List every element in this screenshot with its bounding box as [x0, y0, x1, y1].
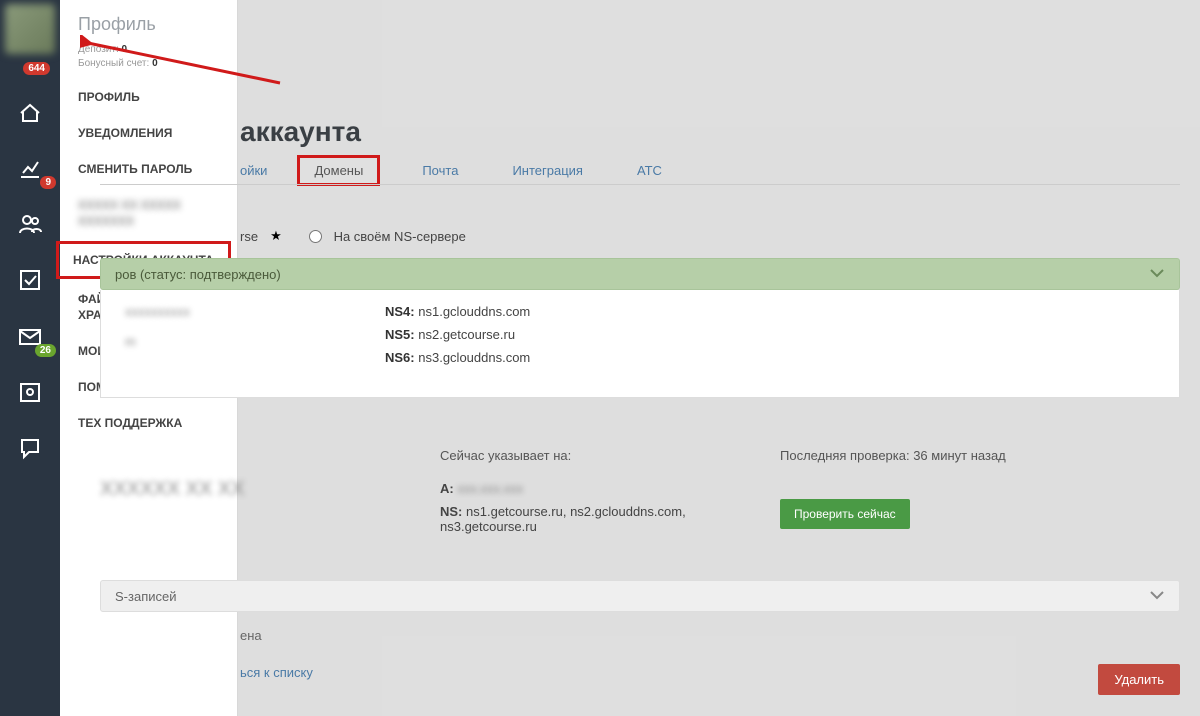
nav-home[interactable] — [0, 84, 60, 140]
badge-stats: 9 — [40, 176, 56, 189]
dns-records-text: S-записей — [115, 589, 176, 604]
nav-chat[interactable] — [0, 420, 60, 476]
ns-status-text: ров (статус: подтверждено) — [115, 267, 281, 282]
tabs-row: ойки Домены Почта Интеграция АТС — [240, 155, 1180, 186]
menu-support[interactable]: ТЕХ ПОДДЕРЖКА — [60, 405, 237, 441]
profile-title: Профиль — [78, 14, 219, 35]
enabled-fragment: ена — [240, 628, 1180, 643]
menu-change-password[interactable]: СМЕНИТЬ ПАРОЛЬ — [60, 151, 237, 187]
tab-settings-partial[interactable]: ойки — [240, 163, 267, 178]
menu-profile[interactable]: ПРОФИЛЬ — [60, 79, 237, 115]
dns-check-row: XXXXXX XX XX Сейчас указывает на: A: xxx… — [100, 448, 1180, 534]
radio-own-ns[interactable] — [309, 230, 322, 243]
radio-label-fragment: rse — [240, 229, 258, 244]
users-icon — [17, 211, 43, 237]
tab-mail[interactable]: Почта — [410, 157, 470, 184]
chart-icon — [17, 155, 43, 181]
tab-ats[interactable]: АТС — [625, 157, 674, 184]
nav-users[interactable] — [0, 196, 60, 252]
ns-record-value: ns1.getcourse.ru, ns2.gclouddns.com, ns3… — [440, 504, 686, 534]
checkbox-icon — [17, 267, 43, 293]
ns-status-bar[interactable]: ров (статус: подтверждено) — [100, 258, 1180, 290]
back-to-list-link[interactable]: ься к списку — [240, 665, 313, 680]
avatar[interactable] — [5, 4, 55, 54]
badge-mail: 26 — [35, 344, 56, 357]
ns-left-blurred: xxxxxxxxxxm — [125, 304, 385, 383]
last-check-label: Последняя проверка: 36 минут назад — [780, 448, 1006, 463]
ns-mode-radio: rse ★ На своём NS-сервере — [240, 228, 466, 244]
home-icon — [17, 99, 43, 125]
delete-button[interactable]: Удалить — [1098, 664, 1180, 695]
star-icon: ★ — [270, 228, 282, 244]
badge-count: 644 — [23, 62, 50, 75]
profile-meta: Депозит: 0 Бонусный счет: 0 — [78, 43, 219, 71]
nav-mail[interactable]: 26 — [0, 308, 60, 364]
menu-blurred[interactable]: XXXXX XX XXXXX XXXXXXX — [60, 187, 237, 239]
points-to-label: Сейчас указывает на: — [440, 448, 780, 463]
vertical-sidebar: 644 9 26 — [0, 0, 60, 716]
safe-icon — [17, 379, 43, 405]
page-title: аккаунта — [240, 116, 361, 148]
page-footer: ена ься к списку Удалить — [100, 628, 1180, 680]
chevron-down-icon — [1149, 587, 1165, 606]
dns-records-bar[interactable]: S-записей — [100, 580, 1180, 612]
ns-records-box: xxxxxxxxxxm NS4: ns1.gclouddns.com NS5: … — [100, 290, 1180, 398]
domain-blurred: XXXXXX XX XX — [100, 478, 440, 501]
nav-safe[interactable] — [0, 364, 60, 420]
nav-stats[interactable]: 9 — [0, 140, 60, 196]
tab-integration[interactable]: Интеграция — [500, 157, 595, 184]
menu-notifications[interactable]: УВЕДОМЛЕНИЯ — [60, 115, 237, 151]
tab-domains[interactable]: Домены — [297, 155, 380, 186]
check-now-button[interactable]: Проверить сейчас — [780, 499, 910, 529]
nav-tasks[interactable] — [0, 252, 60, 308]
radio-own-label: На своём NS-сервере — [334, 229, 466, 244]
chat-icon — [17, 435, 43, 461]
chevron-down-icon — [1149, 265, 1165, 284]
tab-underline — [100, 184, 1180, 185]
a-record-blurred: xxx.xxx.xxx — [457, 481, 523, 496]
